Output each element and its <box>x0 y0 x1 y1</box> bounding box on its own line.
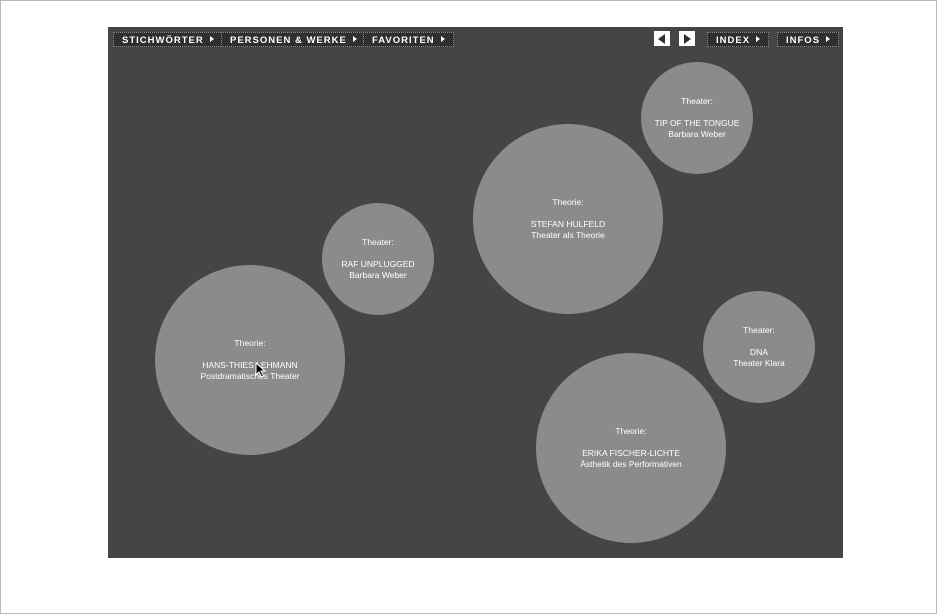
bubble-title: RAF UNPLUGGED <box>341 259 415 269</box>
triangle-right-icon <box>684 34 691 44</box>
bubble-erika-fischer-lichte[interactable]: Theorie: ERIKA FISCHER-LICHTE Ästhetik d… <box>536 353 726 543</box>
bubble-category: Theorie: <box>615 426 647 436</box>
bubble-subtitle: Ästhetik des Performativen <box>580 459 682 469</box>
favoriten-menu-button[interactable]: FAVORITEN <box>363 32 454 47</box>
bubble-stefan-hulfeld[interactable]: Theorie: STEFAN HULFELD Theater als Theo… <box>473 124 663 314</box>
stichwoerter-menu-button[interactable]: STICHWÖRTER <box>113 32 223 47</box>
play-arrow-icon <box>826 36 831 42</box>
bubble-dna[interactable]: Theater: DNA Theater Klara <box>703 291 815 403</box>
favoriten-label: FAVORITEN <box>372 35 435 46</box>
bubble-category: Theater: <box>362 237 394 247</box>
mouse-pointer-icon <box>255 362 267 378</box>
index-menu-button[interactable]: INDEX <box>707 32 770 47</box>
triangle-left-icon <box>658 34 665 44</box>
bubble-title: ERIKA FISCHER-LICHTE <box>582 448 680 458</box>
bubble-category: Theorie: <box>552 197 584 207</box>
bubble-category: Theater: <box>681 96 713 106</box>
bubble-title: STEFAN HULFELD <box>530 219 606 229</box>
bubble-category: Theorie: <box>234 338 266 348</box>
play-arrow-icon <box>352 36 357 42</box>
bubble-subtitle: Barbara Weber <box>349 270 407 280</box>
bubble-title: TIP OF THE TONGUE <box>654 118 740 128</box>
bubble-title: HANS-THIES LEHMANN <box>202 360 298 370</box>
play-arrow-icon <box>756 36 761 42</box>
stichwoerter-label: STICHWÖRTER <box>122 35 204 46</box>
bubble-category: Theater: <box>743 325 775 335</box>
bubble-title: DNA <box>750 347 768 357</box>
bubble-raf-unplugged[interactable]: Theater: RAF UNPLUGGED Barbara Weber <box>322 203 434 315</box>
bubble-canvas: STICHWÖRTER PERSONEN & WERKE FAVORITEN I… <box>108 27 843 558</box>
index-label: INDEX <box>716 35 751 46</box>
personen-werke-menu-button[interactable]: PERSONEN & WERKE <box>221 32 366 47</box>
bubble-tip-of-the-tongue[interactable]: Theater: TIP OF THE TONGUE Barbara Weber <box>641 62 753 174</box>
personen-werke-label: PERSONEN & WERKE <box>230 35 347 46</box>
next-button[interactable] <box>679 31 695 46</box>
previous-button[interactable] <box>654 31 670 46</box>
bubble-hans-thies-lehmann[interactable]: Theorie: HANS-THIES LEHMANN Postdramatis… <box>155 265 345 455</box>
bubble-subtitle: Postdramatisches Theater <box>200 371 300 381</box>
bubble-subtitle: Theater als Theorie <box>531 230 605 240</box>
play-arrow-icon <box>209 36 214 42</box>
bubble-subtitle: Barbara Weber <box>668 129 726 139</box>
infos-menu-button[interactable]: INFOS <box>777 32 840 47</box>
bubble-subtitle: Theater Klara <box>733 358 785 368</box>
infos-label: INFOS <box>786 35 821 46</box>
play-arrow-icon <box>440 36 445 42</box>
